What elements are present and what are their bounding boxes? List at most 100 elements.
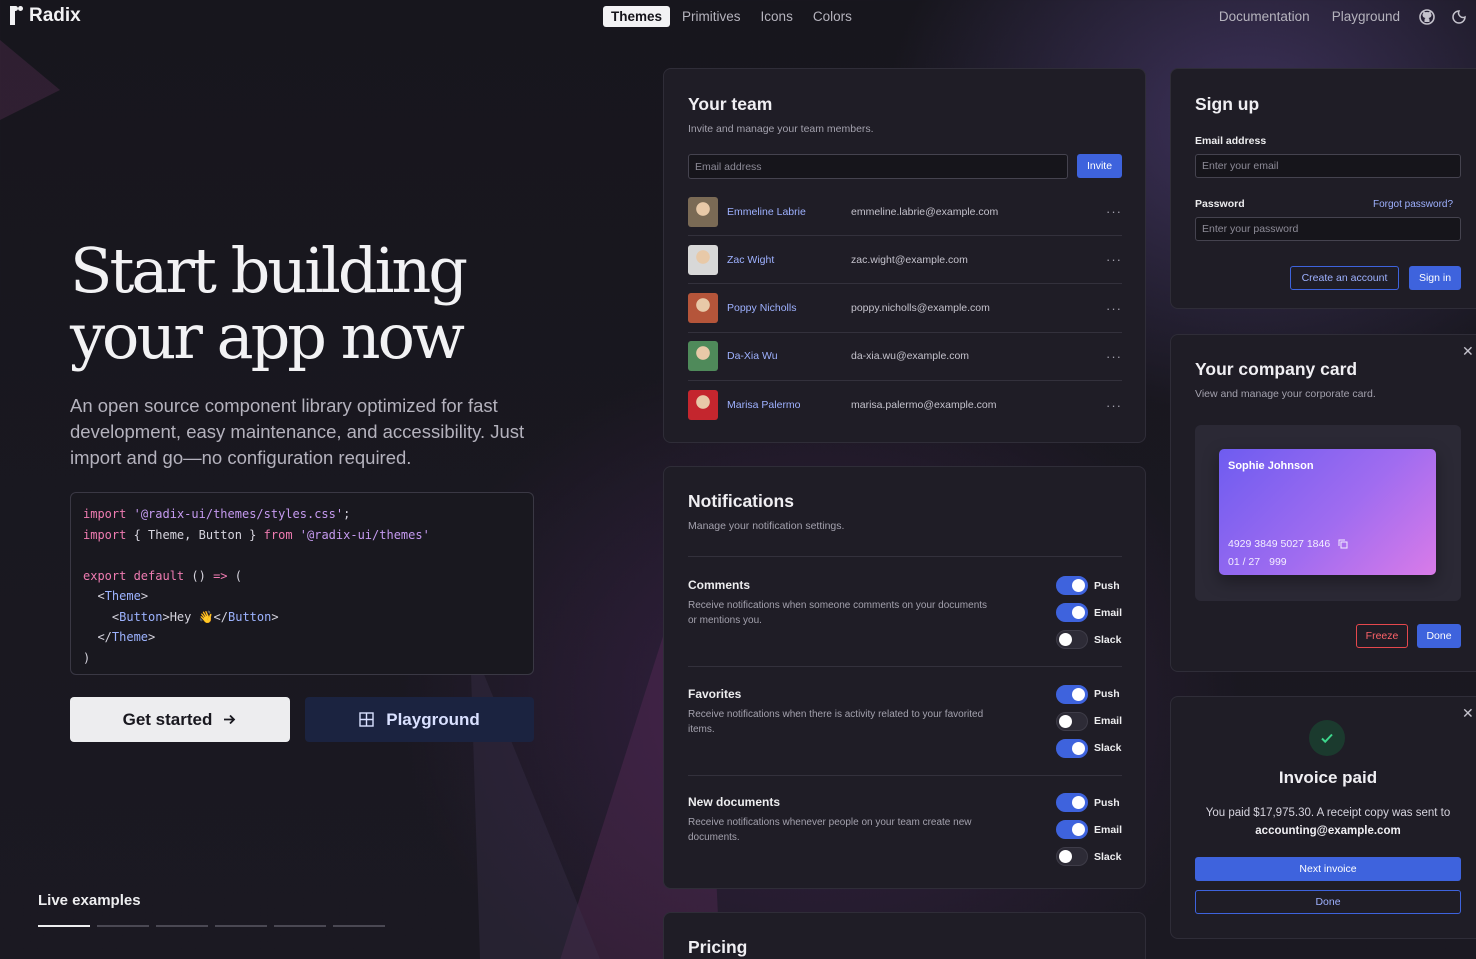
toggle-row: Email: [1056, 820, 1122, 839]
code-line: import '@radix-ui/themes/styles.css';: [83, 507, 351, 521]
team-member-row: Marisa Palermo marisa.palermo@example.com…: [688, 381, 1122, 429]
toggle-switch[interactable]: [1056, 738, 1088, 758]
create-account-button[interactable]: Create an account: [1290, 266, 1399, 290]
toggle-switch[interactable]: [1056, 684, 1088, 704]
github-icon[interactable]: [1418, 8, 1436, 26]
live-example-tab[interactable]: [333, 925, 385, 927]
pricing-card: Pricing: [663, 912, 1146, 959]
nav-primitives[interactable]: Primitives: [674, 6, 749, 27]
nav-playground[interactable]: Playground: [1328, 6, 1404, 27]
password-label: Password: [1195, 198, 1245, 210]
credit-card[interactable]: Sophie Johnson 4929 3849 5027 1846 01 / …: [1219, 449, 1436, 575]
signup-email-input[interactable]: Enter your email: [1195, 154, 1461, 178]
more-options-icon[interactable]: ···: [1106, 398, 1122, 413]
toggle-switch[interactable]: [1056, 820, 1088, 839]
toggle-switch[interactable]: [1056, 630, 1088, 649]
toggle-switch[interactable]: [1056, 711, 1088, 731]
toggle-label: Push: [1094, 579, 1120, 592]
card-done-button[interactable]: Done: [1417, 624, 1461, 648]
code-line: export default () => (: [83, 568, 242, 583]
avatar: [688, 293, 718, 324]
toggle-row: Push: [1056, 576, 1122, 595]
theme-toggle-icon[interactable]: [1450, 8, 1468, 26]
notifications-subtitle: Manage your notification settings.: [688, 520, 845, 532]
toggle-row: Push: [1056, 684, 1122, 704]
more-options-icon[interactable]: ···: [1106, 252, 1122, 267]
toggle-label: Push: [1094, 796, 1120, 809]
code-line: import { Theme, Button } from '@radix-ui…: [83, 527, 430, 542]
close-icon[interactable]: ✕: [1462, 705, 1474, 722]
team-member-row: Poppy Nicholls poppy.nicholls@example.com…: [688, 285, 1122, 333]
next-invoice-button[interactable]: Next invoice: [1195, 857, 1461, 881]
team-member-row: Zac Wight zac.wight@example.com ···: [688, 236, 1122, 285]
notification-group: New documents Receive notifications whene…: [688, 793, 1122, 866]
member-email: poppy.nicholls@example.com: [851, 302, 990, 315]
toggle-label: Email: [1094, 606, 1123, 619]
invite-button[interactable]: Invite: [1077, 154, 1122, 178]
sign-in-button[interactable]: Sign in: [1409, 266, 1461, 290]
pricing-title: Pricing: [688, 937, 748, 957]
member-name[interactable]: Poppy Nicholls: [727, 302, 851, 314]
live-example-tab[interactable]: [97, 925, 149, 927]
more-options-icon[interactable]: ···: [1106, 204, 1122, 219]
live-example-tab[interactable]: [274, 925, 326, 927]
member-email: da-xia.wu@example.com: [851, 350, 970, 363]
toggle-label: Email: [1094, 715, 1123, 727]
team-member-row: Da-Xia Wu da-xia.wu@example.com ···: [688, 333, 1122, 381]
member-name[interactable]: Marisa Palermo: [727, 399, 851, 411]
card-number: 4929 3849 5027 1846: [1228, 538, 1331, 550]
copy-icon[interactable]: [1338, 539, 1348, 549]
close-icon[interactable]: ✕: [1462, 343, 1474, 360]
team-member-row: Emmeline Labrie emmeline.labrie@example.c…: [688, 188, 1122, 236]
freeze-button[interactable]: Freeze: [1356, 624, 1408, 648]
forgot-password-link[interactable]: Forgot password?: [1373, 199, 1453, 210]
nav-themes[interactable]: Themes: [603, 6, 671, 27]
company-card-panel: ✕ Your company card View and manage your…: [1170, 334, 1476, 672]
playground-button[interactable]: Playground: [305, 697, 534, 742]
live-example-tab[interactable]: [38, 925, 90, 927]
signup-card: Sign up Email address Enter your email P…: [1170, 68, 1476, 309]
live-example-tab[interactable]: [156, 925, 208, 927]
more-options-icon[interactable]: ···: [1106, 349, 1122, 364]
toggle-row: Email: [1056, 603, 1122, 622]
member-name[interactable]: Zac Wight: [727, 254, 851, 266]
signup-password-input[interactable]: Enter your password: [1195, 217, 1461, 241]
signup-title: Sign up: [1195, 94, 1260, 114]
toggle-row: Slack: [1056, 630, 1122, 649]
brand-logo[interactable]: Radix: [10, 5, 81, 27]
code-line: <Button>Hey 👋</Button>: [83, 609, 279, 624]
toggle-group: Push Email Slack: [1056, 793, 1122, 866]
get-started-button[interactable]: Get started: [70, 697, 290, 742]
member-name[interactable]: Emmeline Labrie: [727, 206, 851, 218]
code-line: ): [83, 650, 91, 665]
live-examples-tabs: [38, 925, 385, 927]
avatar: [688, 390, 718, 421]
notifications-card: Notifications Manage your notification s…: [663, 466, 1146, 889]
notification-group: Favorites Receive notifications when ther…: [688, 684, 1123, 758]
nav-documentation[interactable]: Documentation: [1215, 6, 1314, 27]
nav-colors[interactable]: Colors: [805, 6, 860, 27]
team-card: Your team Invite and manage your team me…: [663, 68, 1146, 443]
nav-icons[interactable]: Icons: [753, 6, 801, 27]
toggle-label: Push: [1094, 688, 1120, 700]
check-icon: [1309, 720, 1345, 756]
invoice-done-button[interactable]: Done: [1195, 890, 1461, 914]
toggle-row: Slack: [1056, 738, 1122, 758]
toggle-row: Slack: [1056, 847, 1122, 866]
toggle-group: Push Email Slack: [1056, 576, 1122, 649]
company-card-subtitle: View and manage your corporate card.: [1195, 388, 1376, 400]
invite-email-input[interactable]: Email address: [688, 154, 1068, 179]
toggle-switch[interactable]: [1056, 847, 1088, 866]
toggle-switch[interactable]: [1056, 576, 1088, 595]
toggle-switch[interactable]: [1056, 793, 1088, 812]
live-example-tab[interactable]: [215, 925, 267, 927]
toggle-label: Email: [1094, 823, 1123, 836]
more-options-icon[interactable]: ···: [1106, 301, 1122, 316]
get-started-label: Get started: [122, 709, 213, 729]
member-name[interactable]: Da-Xia Wu: [727, 350, 851, 362]
toggle-switch[interactable]: [1056, 603, 1088, 622]
avatar: [688, 244, 718, 275]
card-cvc: 999: [1269, 556, 1287, 568]
toggle-label: Slack: [1094, 850, 1122, 863]
